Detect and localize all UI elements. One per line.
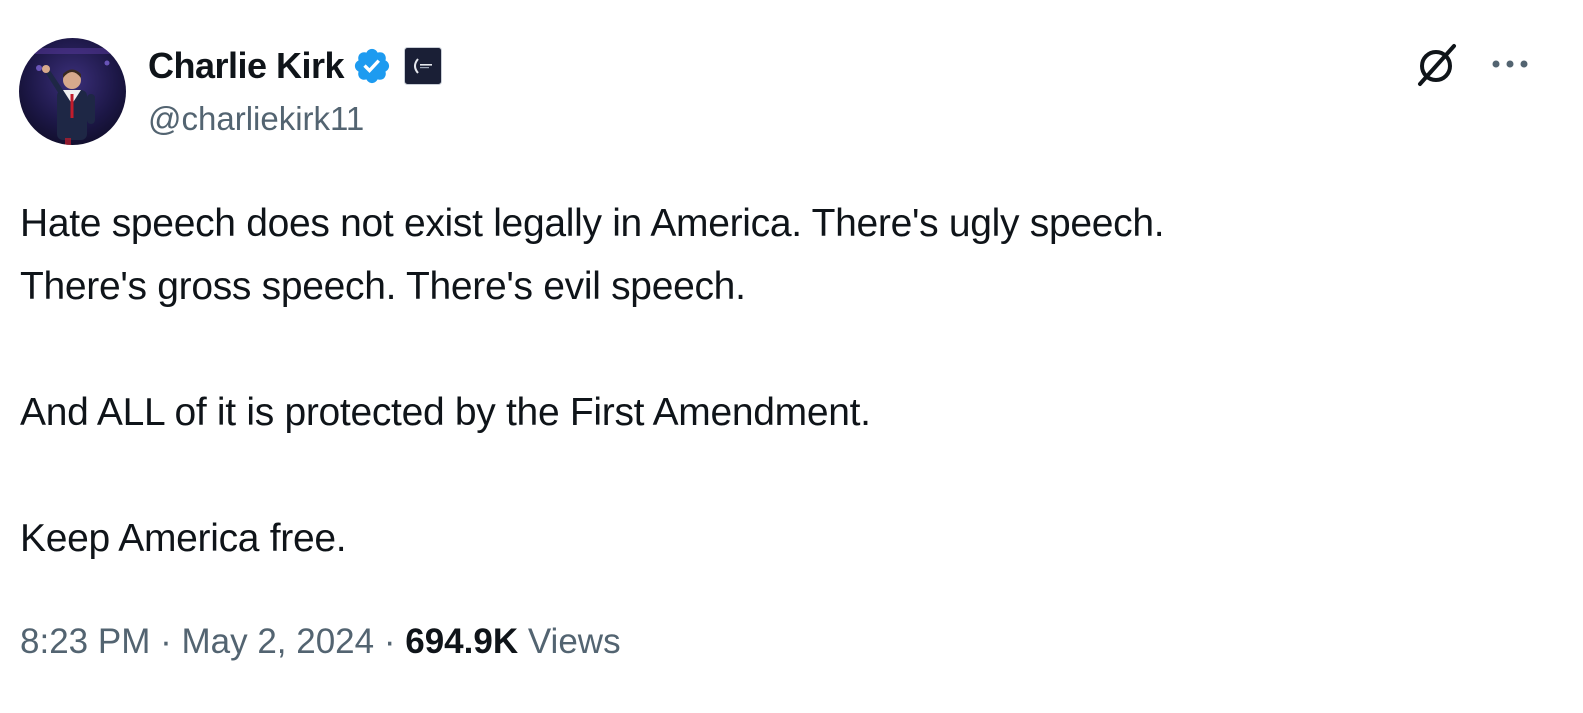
- organization-affiliate-icon[interactable]: [404, 47, 443, 85]
- tweet-date: May 2, 2024: [181, 622, 375, 661]
- verified-badge-icon[interactable]: [352, 46, 392, 86]
- views-label: Views: [527, 622, 621, 661]
- tweet-text: Hate speech does not exist legally in Am…: [20, 192, 1540, 570]
- author-name-row: Charlie Kirk: [148, 44, 443, 88]
- views-count: 694.9K: [405, 622, 519, 661]
- views-link[interactable]: 694.9K Views: [405, 622, 620, 661]
- meta-separator: ·: [160, 622, 172, 661]
- tweet-time: 8:23 PM: [20, 622, 151, 661]
- author-avatar[interactable]: [19, 38, 126, 145]
- tweet-card: Charlie Kirk @charliekirk11 Hate speech …: [0, 0, 1583, 713]
- more-options-icon[interactable]: [1488, 52, 1532, 76]
- grok-icon[interactable]: [1412, 40, 1462, 90]
- tweet-timestamp-link[interactable]: 8:23 PM · May 2, 2024: [20, 622, 374, 661]
- tweet-meta: 8:23 PM · May 2, 2024 · 694.9K Views: [20, 622, 621, 662]
- tweet-line-3: And ALL of it is protected by the First …: [20, 391, 871, 434]
- author-handle[interactable]: @charliekirk11: [148, 100, 364, 138]
- avatar-image: [19, 38, 126, 145]
- tweet-line-2: There's gross speech. There's evil speec…: [20, 265, 746, 308]
- tweet-line-4: Keep America free.: [20, 517, 347, 560]
- tweet-line-1: Hate speech does not exist legally in Am…: [20, 202, 1165, 245]
- meta-separator: ·: [383, 622, 396, 661]
- author-display-name[interactable]: Charlie Kirk: [148, 45, 345, 87]
